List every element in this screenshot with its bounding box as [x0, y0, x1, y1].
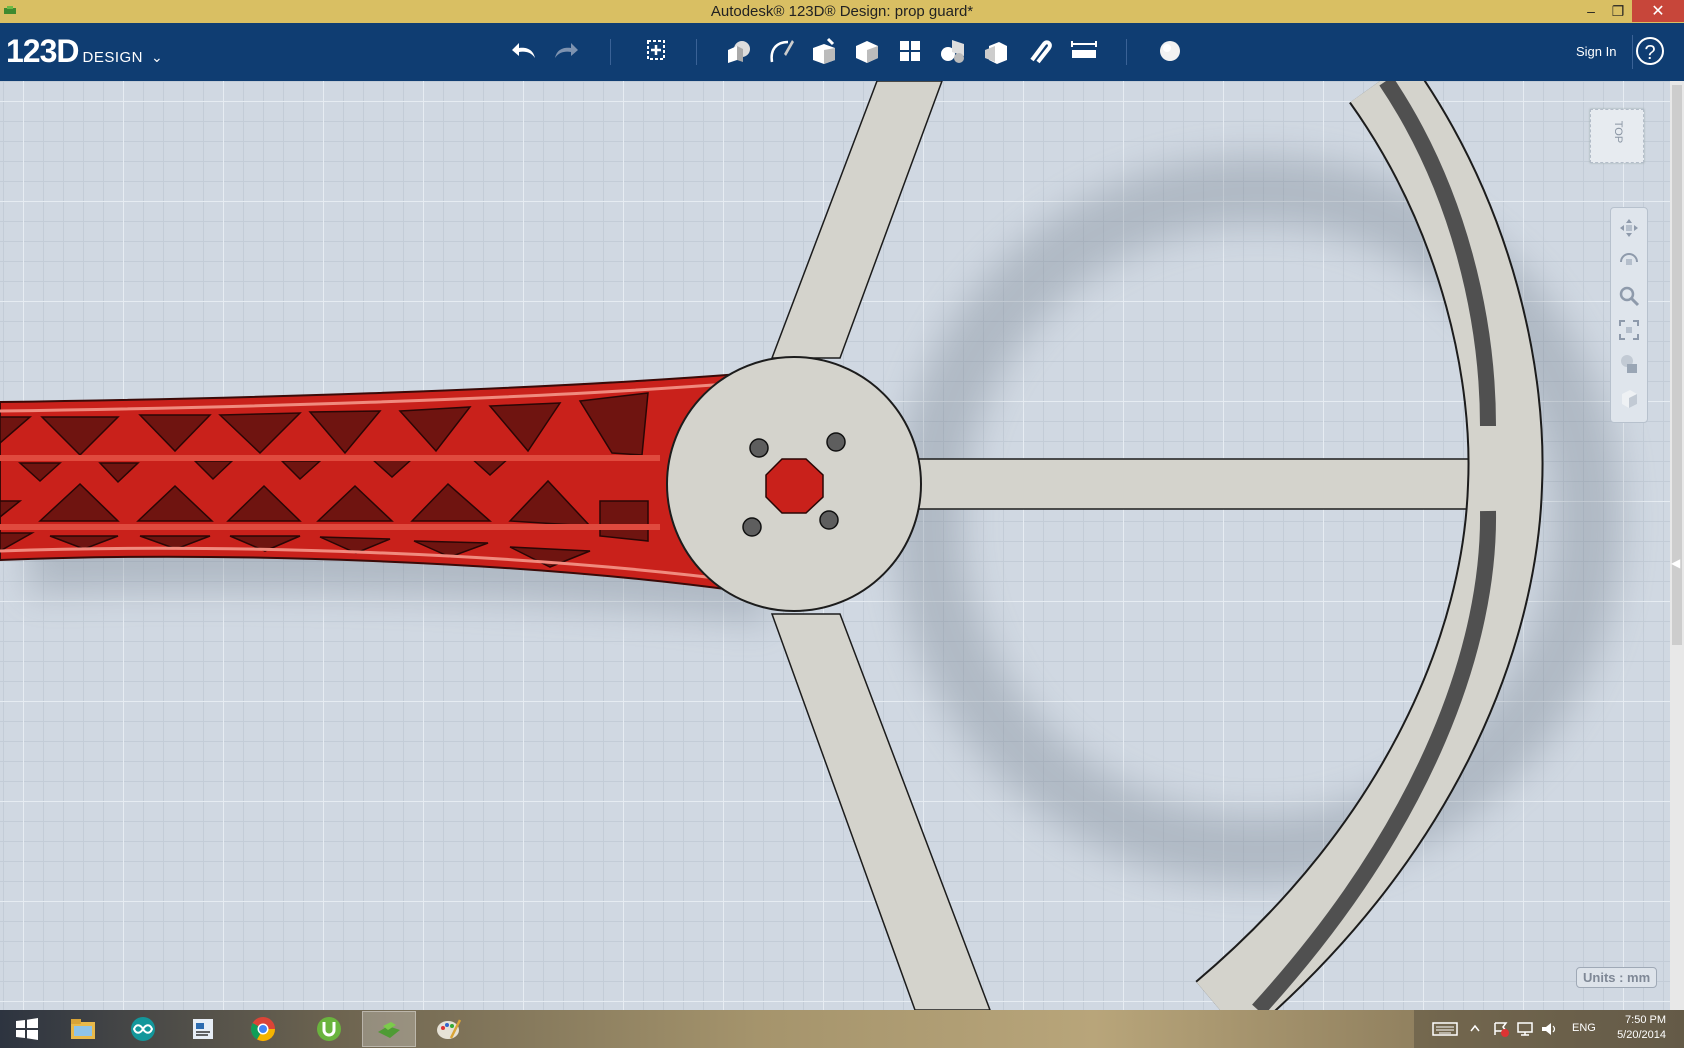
- logo-sub: DESIGN: [82, 49, 144, 66]
- 3d-viewport[interactable]: TOP Units : mm: [0, 81, 1670, 1010]
- clock-date: 5/20/2014: [1617, 1029, 1666, 1041]
- combine-icon[interactable]: [980, 35, 1012, 67]
- model-scene[interactable]: [0, 81, 1670, 1010]
- visual-style-icon[interactable]: [1615, 350, 1643, 378]
- zoom-icon[interactable]: [1615, 282, 1643, 310]
- tray-expand-icon[interactable]: [1470, 1021, 1480, 1037]
- toolbar-separator: [696, 39, 697, 65]
- window-title: Autodesk® 123D® Design: prop guard*: [710, 3, 974, 20]
- materials-outline-icon[interactable]: [1615, 384, 1643, 412]
- pan-icon[interactable]: [1615, 214, 1643, 242]
- modify-icon[interactable]: [851, 35, 883, 67]
- sketch-icon[interactable]: [765, 35, 797, 67]
- transform-icon[interactable]: [640, 35, 672, 67]
- windows-taskbar: ENG 7:50 PM 5/20/2014: [0, 1010, 1684, 1048]
- toolbar-separator: [610, 39, 611, 65]
- snap-icon[interactable]: [1023, 35, 1055, 67]
- orbit-icon[interactable]: [1615, 248, 1643, 276]
- fit-icon[interactable]: [1615, 316, 1643, 344]
- app-toolbar: 123D DESIGN ⌄ Sign In ?: [0, 23, 1684, 81]
- utorrent-icon[interactable]: [302, 1011, 356, 1047]
- view-cube-face-label: TOP: [1612, 120, 1625, 144]
- clock-time: 7:50 PM: [1625, 1014, 1666, 1026]
- action-center-icon[interactable]: [1492, 1021, 1510, 1037]
- app-menu-button[interactable]: 123D DESIGN ⌄: [6, 33, 163, 70]
- panel-expand-icon[interactable]: ◀: [1671, 556, 1680, 570]
- construct-icon[interactable]: [808, 35, 840, 67]
- network-icon[interactable]: [1516, 1021, 1534, 1037]
- measure-icon[interactable]: [1068, 35, 1100, 67]
- reader-icon[interactable]: [176, 1011, 230, 1047]
- title-bar: Autodesk® 123D® Design: prop guard* – ❐ …: [0, 0, 1684, 23]
- 123d-design-icon[interactable]: [362, 1011, 416, 1047]
- chevron-down-icon: ⌄: [151, 49, 163, 65]
- paint-icon[interactable]: [422, 1011, 476, 1047]
- units-label[interactable]: Units : mm: [1576, 967, 1658, 988]
- primitives-icon[interactable]: [722, 35, 754, 67]
- toolbar-separator: [1632, 35, 1633, 69]
- logo-main: 123D: [6, 33, 79, 69]
- pattern-icon[interactable]: [894, 35, 926, 67]
- arduino-icon[interactable]: [116, 1011, 170, 1047]
- redo-icon[interactable]: [550, 35, 582, 67]
- grouping-icon[interactable]: [937, 35, 969, 67]
- undo-icon[interactable]: [508, 35, 540, 67]
- chrome-icon[interactable]: [236, 1011, 290, 1047]
- close-button[interactable]: ✕: [1632, 0, 1684, 22]
- maximize-button[interactable]: ❐: [1606, 0, 1630, 22]
- help-button[interactable]: ?: [1636, 37, 1664, 65]
- volume-icon[interactable]: [1540, 1021, 1558, 1037]
- material-icon[interactable]: [1154, 35, 1186, 67]
- sign-in-link[interactable]: Sign In: [1576, 44, 1616, 59]
- language-indicator[interactable]: ENG: [1572, 1022, 1596, 1034]
- view-cube[interactable]: TOP: [1590, 109, 1644, 163]
- file-explorer-icon[interactable]: [56, 1011, 110, 1047]
- side-panel-strip[interactable]: ◀: [1670, 81, 1684, 1010]
- minimize-button[interactable]: –: [1580, 0, 1602, 22]
- windows-start-icon[interactable]: [0, 1011, 54, 1047]
- clock[interactable]: 7:50 PM 5/20/2014: [1606, 1013, 1666, 1043]
- keyboard-icon[interactable]: [1432, 1021, 1458, 1037]
- navigation-bar: [1610, 207, 1648, 423]
- toolbar-separator: [1126, 39, 1127, 65]
